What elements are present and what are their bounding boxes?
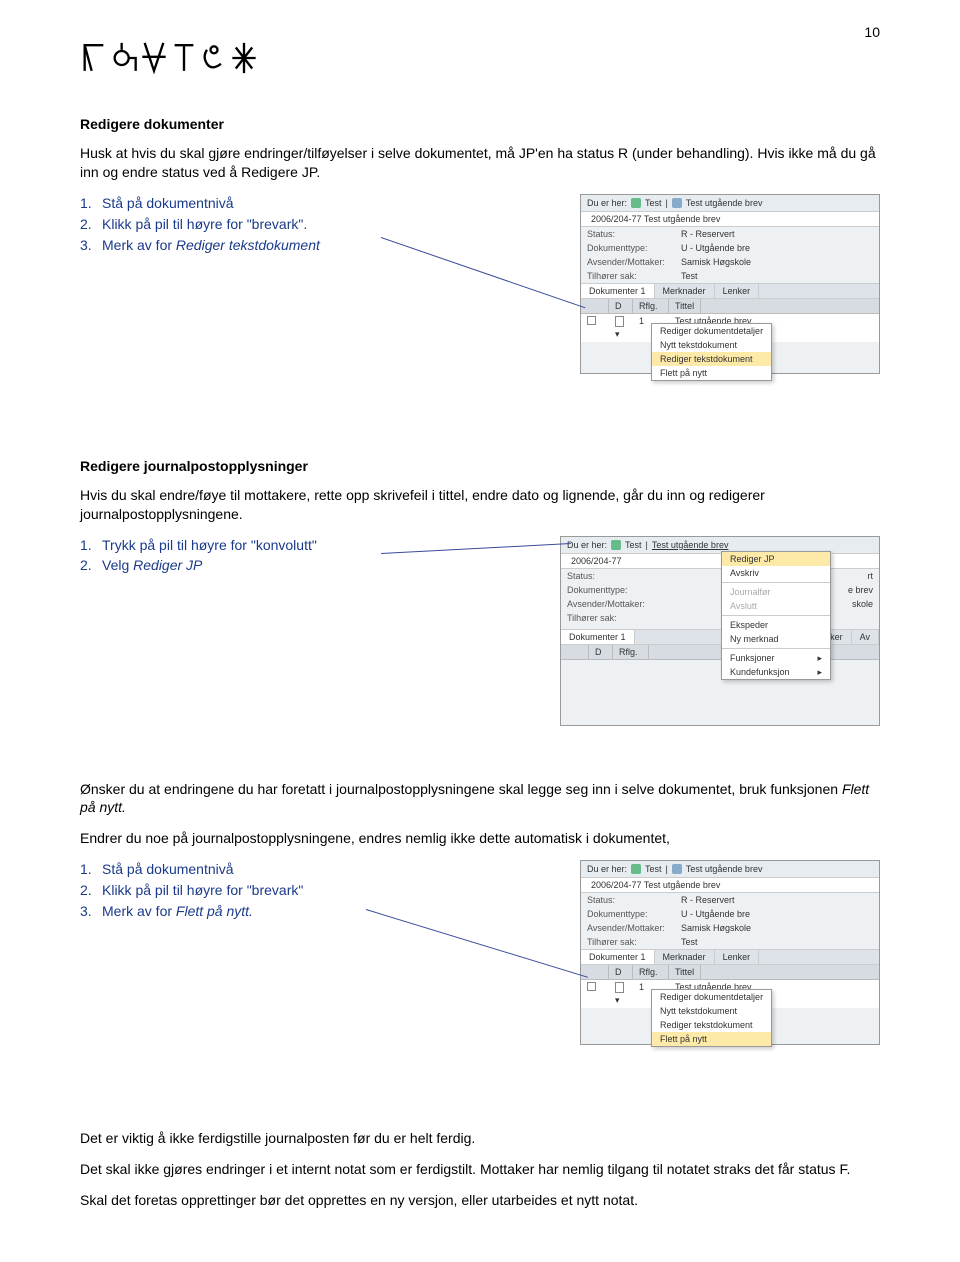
col-d: D [609, 965, 633, 979]
step-item: 2.Klikk på pil til høyre for "brevark" [80, 881, 560, 900]
tab-dokumenter[interactable]: Dokumenter 1 [581, 284, 655, 298]
case-value: Test [681, 271, 698, 281]
section2-intro: Hvis du skal endre/føye til mottakere, r… [80, 486, 880, 524]
col-tittel: Tittel [669, 965, 701, 979]
tab-av[interactable]: Av [852, 630, 879, 644]
case-value: Test [681, 937, 698, 947]
footer-p1: Det er viktig å ikke ferdigstille journa… [80, 1129, 880, 1148]
breadcrumb-item[interactable]: Test utgående brev [652, 540, 729, 550]
glyph-icon [200, 40, 228, 76]
breadcrumb-item[interactable]: Test utgående brev [686, 198, 763, 208]
col-rflg: Rflg. [613, 645, 649, 659]
section3-steps: 1.Stå på dokumentnivå 2.Klikk på pil til… [80, 860, 560, 921]
page-number: 10 [864, 24, 880, 40]
glyph-icon [170, 40, 198, 76]
tab-merknader[interactable]: Merknader [655, 950, 715, 964]
glyph-icon [140, 40, 168, 76]
glyph-icon [80, 40, 108, 76]
tab-dokumenter[interactable]: Dokumenter 1 [581, 950, 655, 964]
step-item: 2.Klikk på pil til høyre for "brevark". [80, 215, 560, 234]
screenshot-flett-pa-nytt: Du er her: Test | Test utgående brev 200… [580, 860, 880, 1045]
breadcrumb-label: Du er her: [567, 540, 607, 550]
step-item: 1.Stå på dokumentnivå [80, 194, 560, 213]
menu-ny-merknad[interactable]: Ny merknad [722, 632, 830, 646]
case-number: 2006/204-77 Test utgående brev [591, 880, 720, 890]
menu-flett-pa-nytt[interactable]: Flett på nytt [652, 366, 771, 380]
screenshot-rediger-tekstdokument: Du er her: Test | Test utgående brev 200… [580, 194, 880, 374]
col-tittel: Tittel [669, 299, 701, 313]
sender-value: Samisk Høgskole [681, 257, 751, 267]
section-title-redigere-dokumenter: Redigere dokumenter [80, 116, 880, 132]
footer-p2: Det skal ikke gjøres endringer i et inte… [80, 1160, 880, 1179]
breadcrumb-item[interactable]: Test utgående brev [686, 864, 763, 874]
case-number: 2006/204-77 [571, 556, 622, 566]
document-icon[interactable] [615, 982, 624, 993]
section1-intro: Husk at hvis du skal gjøre endringer/til… [80, 144, 880, 182]
col-checkbox [581, 299, 609, 313]
step-item: 2.Velg Rediger JP [80, 556, 540, 575]
section2-steps: 1.Trykk på pil til høyre for "konvolutt"… [80, 536, 540, 576]
breadcrumb-item[interactable]: Test [645, 864, 662, 874]
folder-icon [631, 198, 641, 208]
menu-nytt-tekstdokument[interactable]: Nytt tekstdokument [652, 338, 771, 352]
section3-para1: Ønsker du at endringene du har foretatt … [80, 780, 880, 818]
footer-p3: Skal det foretas opprettinger bør det op… [80, 1191, 880, 1210]
col-rflg: Rflg. [633, 299, 669, 313]
folder-icon [631, 864, 641, 874]
menu-avskriv[interactable]: Avskriv [722, 566, 830, 580]
doctype-value: U - Utgående bre [681, 243, 750, 253]
menu-rediger-detaljer[interactable]: Rediger dokumentdetaljer [652, 990, 771, 1004]
row-checkbox[interactable] [587, 316, 596, 325]
row-checkbox[interactable] [587, 982, 596, 991]
col-d: D [609, 299, 633, 313]
col-d: D [589, 645, 613, 659]
breadcrumb-label: Du er her: [587, 198, 627, 208]
section3-para2: Endrer du noe på journalpostopplysningen… [80, 829, 880, 848]
sender-value: Samisk Høgskole [681, 923, 751, 933]
breadcrumb-item[interactable]: Test [645, 198, 662, 208]
status-value: R - Reservert [681, 895, 735, 905]
glyph-icon [110, 40, 138, 76]
folder-icon [611, 540, 621, 550]
menu-avslutt: Avslutt [722, 599, 830, 613]
menu-rediger-detaljer[interactable]: Rediger dokumentdetaljer [652, 324, 771, 338]
menu-rediger-tekstdokument[interactable]: Rediger tekstdokument [652, 352, 771, 366]
menu-journalfor: Journalfør [722, 585, 830, 599]
breadcrumb-item[interactable]: Test [625, 540, 642, 550]
status-value: R - Reservert [681, 229, 735, 239]
envelope-icon [672, 198, 682, 208]
document-icon[interactable] [615, 316, 624, 327]
envelope-icon [672, 864, 682, 874]
menu-flett-pa-nytt[interactable]: Flett på nytt [652, 1032, 771, 1046]
menu-rediger-jp[interactable]: Rediger JP [722, 552, 830, 566]
step-item: 3.Merk av for Rediger tekstdokument [80, 236, 560, 255]
menu-ekspeder[interactable]: Ekspeder [722, 618, 830, 632]
screenshot-rediger-jp: Du er her: Test | Test utgående brev 200… [560, 536, 880, 726]
col-rflg: Rflg. [633, 965, 669, 979]
section1-steps: 1.Stå på dokumentnivå 2.Klikk på pil til… [80, 194, 560, 255]
breadcrumb-label: Du er her: [587, 864, 627, 874]
step-item: 1.Stå på dokumentnivå [80, 860, 560, 879]
glyph-icon [230, 40, 258, 76]
case-number: 2006/204-77 Test utgående brev [591, 214, 720, 224]
tab-lenker[interactable]: Lenker [715, 950, 760, 964]
doctype-value: U - Utgående bre [681, 909, 750, 919]
menu-rediger-tekstdokument[interactable]: Rediger tekstdokument [652, 1018, 771, 1032]
logo-strip [80, 40, 880, 76]
tab-merknader[interactable]: Merknader [655, 284, 715, 298]
section-title-redigere-journalpost: Redigere journalpostopplysninger [80, 458, 880, 474]
step-item: 1.Trykk på pil til høyre for "konvolutt" [80, 536, 540, 555]
tab-dokumenter[interactable]: Dokumenter 1 [561, 630, 635, 644]
tab-lenker[interactable]: Lenker [715, 284, 760, 298]
menu-kundefunksjon[interactable]: Kundefunksjon▸ [722, 665, 830, 679]
menu-funksjoner[interactable]: Funksjoner▸ [722, 651, 830, 665]
step-item: 3.Merk av for Flett på nytt. [80, 902, 560, 921]
menu-nytt-tekstdokument[interactable]: Nytt tekstdokument [652, 1004, 771, 1018]
col-checkbox [561, 645, 589, 659]
